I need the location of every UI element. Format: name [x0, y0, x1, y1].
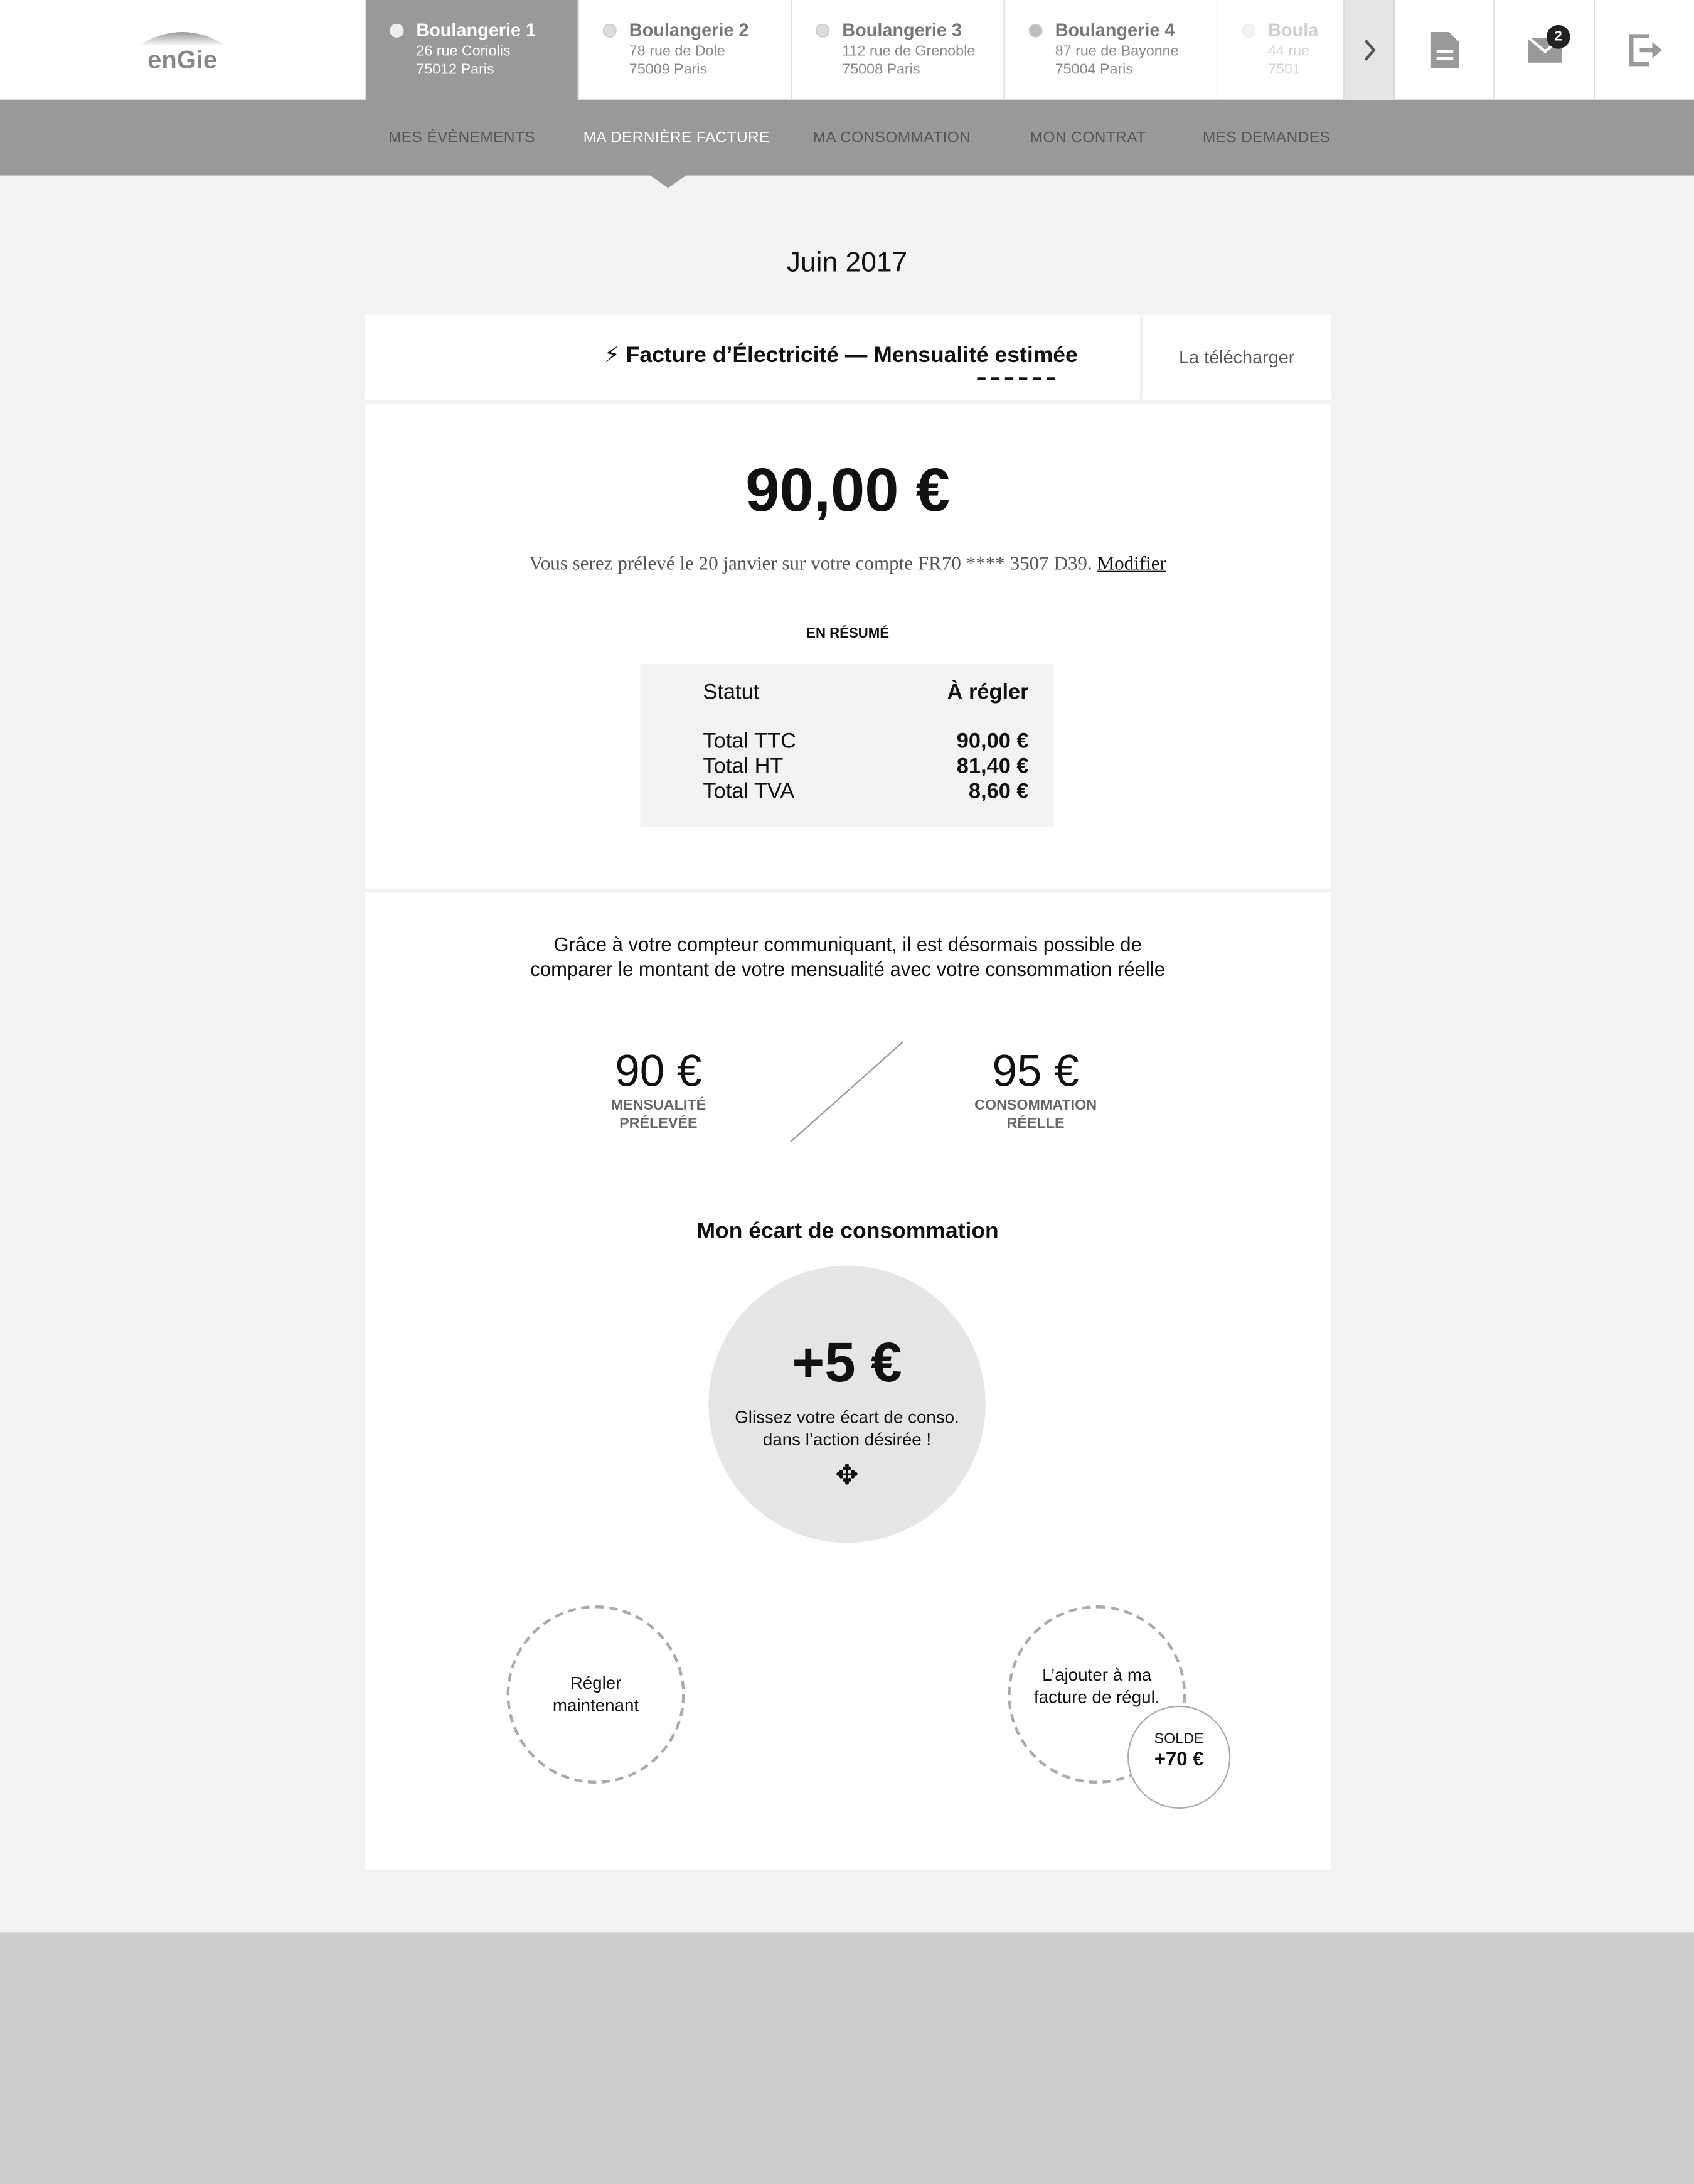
site-street: 112 rue de Grenoble: [842, 43, 976, 60]
invoice-amount: 90,00 €: [745, 456, 950, 525]
real-value: 95 €: [992, 1046, 1079, 1096]
period-title: Juin 2017: [786, 247, 908, 279]
total-row: Total HT 81,40 €: [703, 754, 1028, 779]
balance-value: +70 €: [1154, 1747, 1204, 1770]
invoice-title: Facture d’Électricité — Mensualité estim…: [626, 343, 1078, 368]
invoice-header: ⚡ Facture d’Électricité — Mensualité est…: [365, 314, 1141, 400]
documents-button[interactable]: [1393, 0, 1494, 100]
site-name: Boulangerie 1: [416, 19, 536, 41]
intro-line-1: Grâce à votre compteur communiquant, il …: [553, 933, 1142, 955]
chevron-right-icon: [1363, 39, 1375, 61]
status-value: À régler: [947, 680, 1029, 705]
balance-label: SOLDE: [1154, 1730, 1204, 1748]
estimate-underline: [977, 377, 1055, 380]
monthly-value: 90 €: [615, 1046, 702, 1096]
label: L’ajouter à ma: [1042, 1665, 1152, 1685]
status-row: Statut À régler: [703, 681, 1028, 706]
row-value: 90,00 €: [956, 729, 1029, 754]
lightning-icon: ⚡: [604, 343, 620, 368]
monthly-charge: 90 € MENSUALITÉ PRÉLEVÉE: [575, 1046, 742, 1133]
status-dot: [1241, 23, 1256, 38]
summary-table: Statut À régler Total TTC 90,00 € Total HT…: [640, 664, 1054, 827]
download-button[interactable]: La télécharger: [1143, 314, 1331, 400]
label: PRÉLEVÉE: [619, 1115, 698, 1132]
site-tab-1[interactable]: Boulangerie 1 26 rue Coriolis 75012 Paris: [365, 0, 578, 100]
site-tab-2[interactable]: Boulangerie 2 78 rue de Dole 75009 Paris: [577, 0, 791, 100]
summary-title: EN RÉSUMÉ: [806, 626, 890, 642]
draggable-gap-bubble[interactable]: +5 € Glissez votre écart de conso. dans l…: [708, 1265, 986, 1543]
status-dot: [602, 23, 617, 38]
engie-logo[interactable]: enGie: [0, 0, 365, 100]
label: maintenant: [552, 1696, 639, 1716]
row-label: Total HT: [703, 754, 784, 779]
real-consumption: 95 € CONSOMMATION RÉELLE: [938, 1046, 1133, 1133]
nav-last-invoice[interactable]: MA DERNIÈRE FACTURE: [583, 100, 770, 176]
site-tab-5[interactable]: Boula 44 rue 7501: [1217, 0, 1343, 100]
site-name: Boula: [1268, 19, 1319, 41]
site-city: 75012 Paris: [416, 61, 494, 78]
site-city: 75008 Paris: [842, 61, 920, 78]
consumption-compare-card: Grâce à votre compteur communiquant, il …: [365, 892, 1331, 1870]
total-row: Total TTC 90,00 €: [703, 730, 1028, 755]
hint: Glissez votre écart de conso.: [735, 1408, 959, 1428]
label: CONSOMMATION: [974, 1097, 1097, 1114]
site-city: 7501: [1268, 61, 1301, 78]
debit-info: Vous serez prélevé le 20 janvier sur vot…: [529, 554, 1092, 575]
row-value: 8,60 €: [968, 779, 1029, 804]
site-name: Boulangerie 3: [842, 19, 962, 41]
status-dot: [1028, 23, 1043, 38]
row-label: Total TTC: [703, 729, 796, 754]
active-nav-caret: [650, 175, 686, 188]
invoice-summary-card: 90,00 € Vous serez prélevé le 20 janvier…: [365, 404, 1331, 889]
status-dot: [390, 23, 404, 38]
status-dot: [816, 23, 830, 38]
move-icon: ✥: [835, 1460, 859, 1492]
label: MENSUALITÉ: [610, 1097, 706, 1114]
site-tab-3[interactable]: Boulangerie 3 112 rue de Grenoble 75008 Pa…: [791, 0, 1003, 100]
logout-icon: [1628, 34, 1661, 67]
nav-contract[interactable]: MON CONTRAT: [1030, 100, 1146, 176]
balance-badge: SOLDE +70 €: [1127, 1705, 1231, 1809]
pay-now-dropzone[interactable]: Régler maintenant: [506, 1605, 685, 1784]
gap-title: Mon écart de consommation: [696, 1219, 999, 1244]
footer: [0, 1932, 1694, 2184]
modify-link[interactable]: Modifier: [1097, 554, 1166, 575]
label: Régler: [570, 1673, 622, 1693]
next-sites-button[interactable]: [1343, 0, 1393, 100]
site-street: 44 rue: [1268, 43, 1310, 60]
site-name: Boulangerie 4: [1055, 19, 1175, 41]
messages-button[interactable]: 2: [1493, 0, 1594, 100]
total-row: Total TVA 8,60 €: [703, 779, 1028, 805]
nav-consumption[interactable]: MA CONSOMMATION: [813, 100, 971, 176]
site-street: 26 rue Coriolis: [416, 43, 511, 60]
unread-badge: 2: [1546, 24, 1570, 49]
hint: dans l’action désirée !: [762, 1430, 932, 1450]
logout-button[interactable]: [1594, 0, 1694, 100]
site-street: 78 rue de Dole: [629, 43, 725, 60]
status-label: Statut: [703, 680, 760, 705]
site-tab-4[interactable]: Boulangerie 4 87 rue de Bayonne 75004 Pari…: [1003, 0, 1217, 100]
row-value: 81,40 €: [956, 754, 1029, 779]
document-icon: [1430, 32, 1458, 68]
site-city: 75004 Paris: [1055, 61, 1134, 78]
top-bar: enGie Boulangerie 1 26 rue Coriolis 75012 …: [0, 0, 1694, 100]
site-street: 87 rue de Bayonne: [1055, 43, 1179, 60]
main-nav: MES ÉVÈNEMENTS MA DERNIÈRE FACTURE MA CO…: [0, 100, 1694, 176]
site-name: Boulangerie 2: [629, 19, 749, 41]
divider-slash: [790, 1041, 904, 1143]
site-city: 75009 Paris: [629, 61, 708, 78]
svg-text:enGie: enGie: [147, 46, 217, 74]
label: facture de régul.: [1034, 1687, 1160, 1708]
intro-line-2: comparer le montant de votre mensualité …: [530, 958, 1165, 980]
nav-events[interactable]: MES ÉVÈNEMENTS: [388, 100, 535, 176]
nav-requests[interactable]: MES DEMANDES: [1203, 100, 1330, 176]
label: RÉELLE: [1006, 1115, 1065, 1132]
gap-value: +5 €: [792, 1332, 902, 1394]
row-label: Total TVA: [703, 779, 795, 804]
